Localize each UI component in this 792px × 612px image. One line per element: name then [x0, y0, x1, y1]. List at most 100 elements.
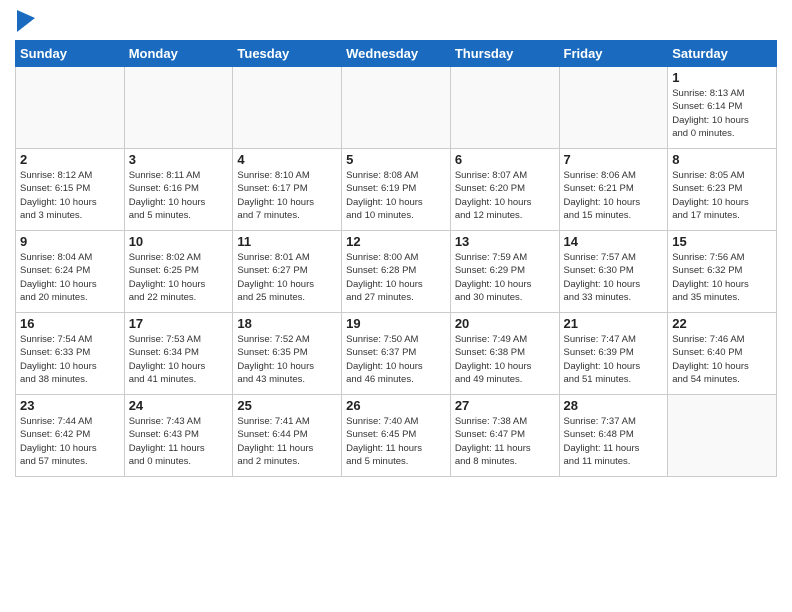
day-info: Sunrise: 8:05 AM Sunset: 6:23 PM Dayligh…: [672, 169, 772, 222]
day-info: Sunrise: 8:12 AM Sunset: 6:15 PM Dayligh…: [20, 169, 120, 222]
day-number: 4: [237, 152, 337, 167]
day-number: 5: [346, 152, 446, 167]
day-number: 19: [346, 316, 446, 331]
calendar-day-cell: [342, 67, 451, 149]
day-number: 12: [346, 234, 446, 249]
calendar-day-cell: 25 Sunrise: 7:41 AM Sunset: 6:44 PM Dayli…: [233, 395, 342, 477]
calendar-day-cell: 19 Sunrise: 7:50 AM Sunset: 6:37 PM Dayli…: [342, 313, 451, 395]
day-number: 8: [672, 152, 772, 167]
calendar-day-header: Thursday: [450, 41, 559, 67]
calendar-day-cell: 27 Sunrise: 7:38 AM Sunset: 6:47 PM Dayli…: [450, 395, 559, 477]
day-info: Sunrise: 8:08 AM Sunset: 6:19 PM Dayligh…: [346, 169, 446, 222]
day-info: Sunrise: 8:07 AM Sunset: 6:20 PM Dayligh…: [455, 169, 555, 222]
day-info: Sunrise: 7:41 AM Sunset: 6:44 PM Dayligh…: [237, 415, 337, 468]
calendar-day-cell: 4Sunrise: 8:10 AM Sunset: 6:17 PM Daylig…: [233, 149, 342, 231]
calendar-day-cell: 26 Sunrise: 7:40 AM Sunset: 6:45 PM Dayli…: [342, 395, 451, 477]
day-number: 1: [672, 70, 772, 85]
calendar-day-cell: 23 Sunrise: 7:44 AM Sunset: 6:42 PM Dayli…: [16, 395, 125, 477]
day-number: 7: [564, 152, 664, 167]
day-info: Sunrise: 7:54 AM Sunset: 6:33 PM Dayligh…: [20, 333, 120, 386]
day-number: 21: [564, 316, 664, 331]
calendar-day-cell: 9 Sunrise: 8:04 AM Sunset: 6:24 PM Daylig…: [16, 231, 125, 313]
day-info: Sunrise: 8:04 AM Sunset: 6:24 PM Dayligh…: [20, 251, 120, 304]
day-number: 14: [564, 234, 664, 249]
day-info: Sunrise: 8:01 AM Sunset: 6:27 PM Dayligh…: [237, 251, 337, 304]
day-info: Sunrise: 7:44 AM Sunset: 6:42 PM Dayligh…: [20, 415, 120, 468]
day-number: 23: [20, 398, 120, 413]
day-info: Sunrise: 7:43 AM Sunset: 6:43 PM Dayligh…: [129, 415, 229, 468]
day-number: 17: [129, 316, 229, 331]
day-info: Sunrise: 7:57 AM Sunset: 6:30 PM Dayligh…: [564, 251, 664, 304]
day-info: Sunrise: 7:37 AM Sunset: 6:48 PM Dayligh…: [564, 415, 664, 468]
logo: [15, 10, 35, 32]
calendar-day-cell: 10 Sunrise: 8:02 AM Sunset: 6:25 PM Dayli…: [124, 231, 233, 313]
day-info: Sunrise: 8:13 AM Sunset: 6:14 PM Dayligh…: [672, 87, 772, 140]
calendar-week-row: 1 Sunrise: 8:13 AM Sunset: 6:14 PM Daylig…: [16, 67, 777, 149]
calendar-day-cell: 20Sunrise: 7:49 AM Sunset: 6:38 PM Dayli…: [450, 313, 559, 395]
calendar-day-header: Friday: [559, 41, 668, 67]
calendar-day-cell: 16 Sunrise: 7:54 AM Sunset: 6:33 PM Dayli…: [16, 313, 125, 395]
day-info: Sunrise: 7:52 AM Sunset: 6:35 PM Dayligh…: [237, 333, 337, 386]
logo-icon: [17, 10, 35, 32]
page-container: SundayMondayTuesdayWednesdayThursdayFrid…: [0, 0, 792, 482]
day-info: Sunrise: 7:56 AM Sunset: 6:32 PM Dayligh…: [672, 251, 772, 304]
calendar-day-cell: 14 Sunrise: 7:57 AM Sunset: 6:30 PM Dayli…: [559, 231, 668, 313]
calendar-day-cell: [16, 67, 125, 149]
day-number: 15: [672, 234, 772, 249]
calendar-day-cell: [668, 395, 777, 477]
calendar-day-cell: 28 Sunrise: 7:37 AM Sunset: 6:48 PM Dayli…: [559, 395, 668, 477]
calendar-day-cell: 5 Sunrise: 8:08 AM Sunset: 6:19 PM Daylig…: [342, 149, 451, 231]
day-number: 27: [455, 398, 555, 413]
day-number: 24: [129, 398, 229, 413]
calendar-day-cell: 21Sunrise: 7:47 AM Sunset: 6:39 PM Dayli…: [559, 313, 668, 395]
calendar-day-cell: 13 Sunrise: 7:59 AM Sunset: 6:29 PM Dayli…: [450, 231, 559, 313]
calendar-week-row: 23 Sunrise: 7:44 AM Sunset: 6:42 PM Dayli…: [16, 395, 777, 477]
day-number: 26: [346, 398, 446, 413]
day-number: 3: [129, 152, 229, 167]
day-info: Sunrise: 7:46 AM Sunset: 6:40 PM Dayligh…: [672, 333, 772, 386]
day-info: Sunrise: 8:06 AM Sunset: 6:21 PM Dayligh…: [564, 169, 664, 222]
calendar-week-row: 16 Sunrise: 7:54 AM Sunset: 6:33 PM Dayli…: [16, 313, 777, 395]
calendar-day-cell: 2 Sunrise: 8:12 AM Sunset: 6:15 PM Daylig…: [16, 149, 125, 231]
calendar-table: SundayMondayTuesdayWednesdayThursdayFrid…: [15, 40, 777, 477]
calendar-week-row: 9 Sunrise: 8:04 AM Sunset: 6:24 PM Daylig…: [16, 231, 777, 313]
calendar-day-cell: 18 Sunrise: 7:52 AM Sunset: 6:35 PM Dayli…: [233, 313, 342, 395]
calendar-day-cell: [233, 67, 342, 149]
calendar-day-cell: 6 Sunrise: 8:07 AM Sunset: 6:20 PM Daylig…: [450, 149, 559, 231]
calendar-day-cell: 17Sunrise: 7:53 AM Sunset: 6:34 PM Dayli…: [124, 313, 233, 395]
calendar-day-cell: 11 Sunrise: 8:01 AM Sunset: 6:27 PM Dayli…: [233, 231, 342, 313]
day-number: 10: [129, 234, 229, 249]
day-number: 9: [20, 234, 120, 249]
calendar-day-cell: 15 Sunrise: 7:56 AM Sunset: 6:32 PM Dayli…: [668, 231, 777, 313]
day-number: 2: [20, 152, 120, 167]
day-number: 13: [455, 234, 555, 249]
day-info: Sunrise: 7:50 AM Sunset: 6:37 PM Dayligh…: [346, 333, 446, 386]
day-number: 6: [455, 152, 555, 167]
calendar-day-header: Sunday: [16, 41, 125, 67]
calendar-day-cell: 12 Sunrise: 8:00 AM Sunset: 6:28 PM Dayli…: [342, 231, 451, 313]
day-info: Sunrise: 7:59 AM Sunset: 6:29 PM Dayligh…: [455, 251, 555, 304]
calendar-day-header: Tuesday: [233, 41, 342, 67]
day-number: 28: [564, 398, 664, 413]
day-number: 18: [237, 316, 337, 331]
day-number: 20: [455, 316, 555, 331]
day-number: 16: [20, 316, 120, 331]
calendar-header-row: SundayMondayTuesdayWednesdayThursdayFrid…: [16, 41, 777, 67]
calendar-day-cell: [450, 67, 559, 149]
header: [15, 10, 777, 32]
calendar-day-cell: 3Sunrise: 8:11 AM Sunset: 6:16 PM Daylig…: [124, 149, 233, 231]
calendar-day-cell: 7 Sunrise: 8:06 AM Sunset: 6:21 PM Daylig…: [559, 149, 668, 231]
calendar-day-cell: [124, 67, 233, 149]
calendar-day-cell: [559, 67, 668, 149]
day-number: 25: [237, 398, 337, 413]
day-info: Sunrise: 8:00 AM Sunset: 6:28 PM Dayligh…: [346, 251, 446, 304]
calendar-day-header: Wednesday: [342, 41, 451, 67]
calendar-day-cell: 24 Sunrise: 7:43 AM Sunset: 6:43 PM Dayli…: [124, 395, 233, 477]
calendar-day-header: Saturday: [668, 41, 777, 67]
calendar-day-cell: 22Sunrise: 7:46 AM Sunset: 6:40 PM Dayli…: [668, 313, 777, 395]
calendar-day-cell: 1 Sunrise: 8:13 AM Sunset: 6:14 PM Daylig…: [668, 67, 777, 149]
day-info: Sunrise: 7:38 AM Sunset: 6:47 PM Dayligh…: [455, 415, 555, 468]
day-info: Sunrise: 7:40 AM Sunset: 6:45 PM Dayligh…: [346, 415, 446, 468]
day-number: 11: [237, 234, 337, 249]
day-info: Sunrise: 8:02 AM Sunset: 6:25 PM Dayligh…: [129, 251, 229, 304]
